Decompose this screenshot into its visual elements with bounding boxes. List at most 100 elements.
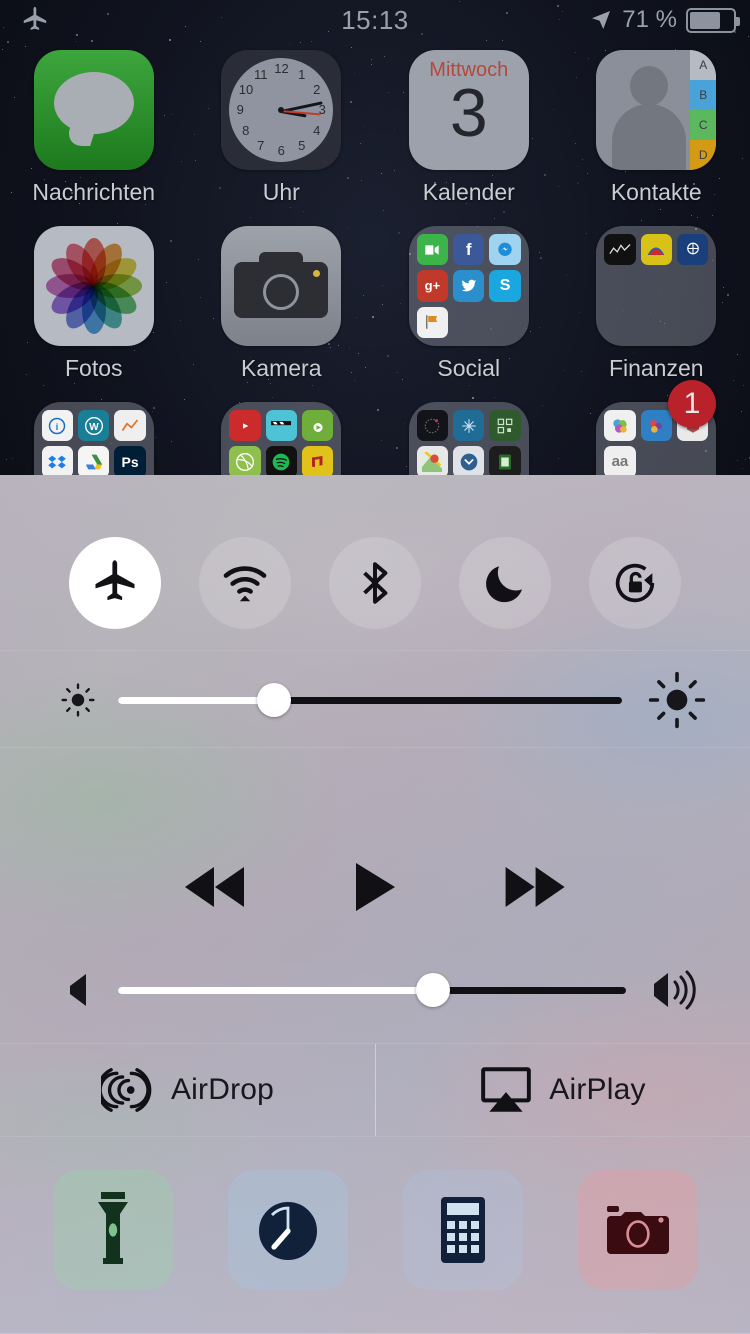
iphone-screen: 15:13 71 % Nachrichten 12 1 2 3 4 5 6 7 … [0, 0, 750, 1334]
rewind-button[interactable] [182, 864, 248, 910]
app-contacts[interactable]: ABCD Kontakte [563, 50, 750, 206]
volume-slider-fill [118, 986, 433, 994]
calendar-icon[interactable]: Mittwoch 3 [408, 50, 529, 170]
bluetooth-toggle[interactable] [329, 537, 421, 629]
mini-app-1password: i [41, 410, 74, 442]
airplane-mode-toggle[interactable] [69, 537, 161, 629]
app-label: Kontakte [610, 179, 702, 205]
folder-finanzen[interactable]: Finanzen [563, 226, 750, 382]
clock-icon[interactable]: 12 1 2 3 4 5 6 7 8 9 10 11 [221, 50, 342, 170]
app-row-1: Nachrichten 12 1 2 3 4 5 6 7 8 9 10 11 Uhr Mittwoch… [0, 40, 750, 206]
app-row-2: Fotos Kamera f g+ S Social Finanzen [0, 206, 750, 382]
mini-app-photoshop: Ps [114, 446, 146, 478]
shortcut-row [0, 1170, 750, 1290]
app-label: Finanzen [608, 355, 704, 381]
svg-text:i: i [56, 421, 59, 431]
app-clock[interactable]: 12 1 2 3 4 5 6 7 8 9 10 11 Uhr [188, 50, 376, 206]
mini-app-messenger [489, 234, 521, 266]
rotation-lock-icon [615, 563, 655, 603]
mini-app-bank [640, 234, 672, 266]
person-head-shape [630, 66, 669, 106]
separator [0, 650, 750, 651]
volume-slider[interactable] [118, 973, 626, 1007]
app-label: Kamera [240, 355, 322, 381]
flashlight-button[interactable] [52, 1170, 173, 1290]
mini-app-video [265, 410, 297, 442]
app-photos[interactable]: Fotos [0, 226, 188, 382]
mini-app-amazon [301, 410, 334, 442]
mini-app-compass [416, 410, 449, 442]
speech-bubble-shape [53, 72, 134, 134]
mini-app-spotify [265, 446, 297, 478]
contacts-icon[interactable]: ABCD [596, 50, 717, 170]
mini-app-weather [453, 410, 485, 442]
play-button[interactable] [352, 860, 398, 914]
do-not-disturb-toggle[interactable] [459, 537, 551, 629]
app-label: Social [437, 355, 501, 381]
battery-percent-label: 71 % [622, 6, 677, 33]
mini-app-googledrive [78, 446, 110, 478]
mini-app-aa: aa [604, 446, 636, 478]
mini-app-pocket [453, 446, 485, 478]
timer-button[interactable] [227, 1170, 348, 1290]
folder-icon[interactable]: f g+ S [408, 226, 529, 346]
mini-app-music [301, 446, 334, 478]
media-controls-row [0, 860, 750, 914]
mini-app-youtube [229, 410, 261, 442]
mini-app-stocks [604, 234, 636, 266]
speaker-mute-icon [70, 974, 86, 1006]
app-messages[interactable]: Nachrichten [0, 50, 188, 206]
mini-app-qr [489, 410, 521, 442]
brightness-slider-thumb[interactable] [257, 683, 292, 717]
rewind-icon [185, 867, 244, 907]
folder-icon[interactable] [596, 226, 717, 346]
mini-app-empty [604, 307, 635, 338]
app-camera[interactable]: Kamera [188, 226, 376, 382]
camera-lens-shape [263, 274, 300, 310]
folder-social[interactable]: f g+ S Social [375, 226, 563, 382]
status-bar: 15:13 71 % [0, 0, 750, 40]
contacts-index-tabs: ABCD [690, 50, 717, 170]
svg-text:W: W [89, 422, 99, 433]
mini-app-empty [641, 446, 672, 477]
messages-icon[interactable] [33, 50, 154, 170]
volume-slider-thumb[interactable] [415, 973, 450, 1007]
home-screen-grid: Nachrichten 12 1 2 3 4 5 6 7 8 9 10 11 Uhr Mittwoch… [0, 40, 750, 522]
person-body-shape [612, 104, 687, 170]
airplay-button[interactable]: AirPlay [375, 1044, 750, 1136]
location-arrow-icon [592, 11, 611, 29]
calculator-button[interactable] [402, 1170, 523, 1290]
airplay-label: AirPlay [549, 1073, 646, 1106]
mini-app-dropbox [41, 446, 74, 478]
app-label: Nachrichten [32, 179, 156, 205]
airplane-icon [95, 560, 135, 601]
play-icon [356, 863, 395, 911]
sun-large-icon [648, 671, 706, 729]
brightness-slider[interactable] [118, 683, 622, 717]
fast-forward-button[interactable] [502, 864, 568, 910]
wifi-toggle[interactable] [199, 537, 291, 629]
rotation-lock-toggle[interactable] [589, 537, 681, 629]
battery-fill [690, 11, 720, 29]
brightness-slider-row [0, 653, 750, 747]
camera-shortcut-button[interactable] [577, 1170, 698, 1290]
battery-cap [736, 16, 740, 26]
mini-app-analytics [114, 410, 146, 442]
app-label: Uhr [262, 179, 300, 205]
photos-icon[interactable] [33, 226, 154, 346]
mini-app-candycrush [640, 410, 672, 442]
mini-app-empty [677, 270, 708, 301]
separator [0, 747, 750, 748]
mini-app-skype: S [489, 270, 521, 302]
camera-icon[interactable] [221, 226, 342, 346]
camera-icon [606, 1206, 669, 1254]
airdrop-button[interactable]: AirDrop [0, 1044, 375, 1136]
mini-app-dribbble [229, 446, 261, 478]
mini-app-googlemaps [416, 446, 449, 478]
mini-app-empty [677, 446, 708, 477]
speaker-loud-icon [654, 970, 696, 1010]
app-calendar[interactable]: Mittwoch 3 Kalender [375, 50, 563, 206]
airdrop-icon [100, 1068, 152, 1112]
brightness-slider-fill [118, 696, 275, 704]
app-label: Fotos [64, 355, 123, 381]
